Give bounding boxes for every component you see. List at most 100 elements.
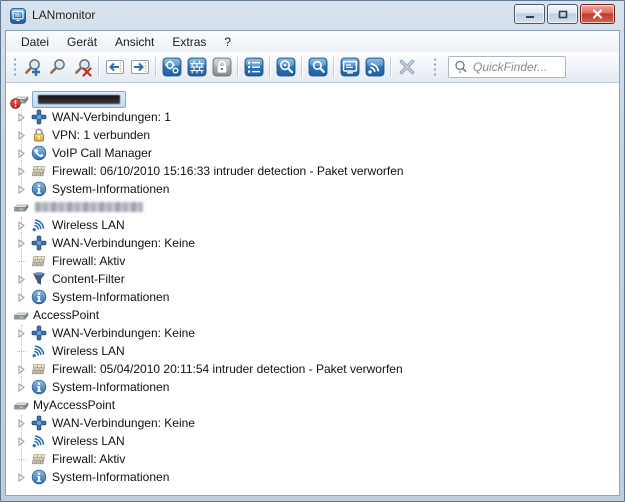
tree-connector-line xyxy=(21,109,22,189)
tree-item-label[interactable]: Content-Filter xyxy=(52,272,125,286)
redacted-device-name xyxy=(38,95,120,104)
content-filter-icon xyxy=(31,271,47,287)
tree-row[interactable]: WAN-Verbindungen: Keine xyxy=(6,234,619,252)
minimize-button[interactable] xyxy=(514,4,545,24)
tree-row-device[interactable] xyxy=(6,198,619,216)
tree-item-label[interactable]: Firewall: Aktiv xyxy=(52,452,125,466)
list-icon xyxy=(244,57,264,77)
tree-item-label[interactable]: WAN-Verbindungen: 1 xyxy=(52,110,171,124)
toolbar-separator xyxy=(155,57,156,77)
close-button[interactable] xyxy=(580,4,615,24)
info-icon xyxy=(31,469,47,485)
wireless-icon xyxy=(31,433,47,449)
tree-row[interactable]: Firewall: 06/10/2010 15:16:33 intruder d… xyxy=(6,162,619,180)
tree-row[interactable]: VPN: 1 verbunden xyxy=(6,126,619,144)
tree-row[interactable]: VoIP Call Manager xyxy=(6,144,619,162)
tree-row[interactable]: System-Informationen xyxy=(6,378,619,396)
tree-connector-line xyxy=(21,325,22,387)
tree-row-device[interactable]: MyAccessPoint xyxy=(6,396,619,414)
tree-item-label[interactable]: Firewall: 05/04/2010 20:11:54 intruder d… xyxy=(52,362,403,376)
tree-row[interactable]: WAN-Verbindungen: Keine xyxy=(6,414,619,432)
firewall-icon xyxy=(31,451,47,467)
tree-item-label[interactable]: Firewall: 06/10/2010 15:16:33 intruder d… xyxy=(52,164,404,178)
menu-geraet[interactable]: Gerät xyxy=(58,32,106,52)
info-icon xyxy=(31,289,47,305)
tree-row[interactable]: WAN-Verbindungen: Keine xyxy=(6,324,619,342)
search-button[interactable] xyxy=(305,55,330,79)
tree-item-label[interactable]: Firewall: Aktiv xyxy=(52,254,125,268)
tree-row[interactable]: Firewall: Aktiv xyxy=(6,252,619,270)
device-group: Wireless LAN WAN-Verbindungen: Keine Fir… xyxy=(6,198,619,306)
tree-row[interactable]: Wireless LAN xyxy=(6,342,619,360)
selected-device-name[interactable] xyxy=(32,91,126,108)
tree-item-label[interactable]: WAN-Verbindungen: Keine xyxy=(52,416,195,430)
tree-item-label[interactable]: System-Informationen xyxy=(52,182,169,196)
lanmonitor-button[interactable] xyxy=(337,55,362,79)
tree-row[interactable]: Wireless LAN xyxy=(6,216,619,234)
tree-item-label[interactable]: System-Informationen xyxy=(52,290,169,304)
menu-ansicht[interactable]: Ansicht xyxy=(106,32,163,52)
toolbar-separator xyxy=(333,57,334,77)
menu-datei[interactable]: Datei xyxy=(12,32,58,52)
titlebar[interactable]: LANmonitor xyxy=(1,1,624,30)
brick-wall-icon xyxy=(187,57,207,77)
tree-item-label[interactable]: Wireless LAN xyxy=(52,218,125,232)
minimize-icon xyxy=(525,10,535,19)
tree-item-label[interactable]: VPN: 1 verbunden xyxy=(52,128,150,142)
toolbar-separator xyxy=(237,57,238,77)
device-name[interactable]: MyAccessPoint xyxy=(33,398,115,412)
device-remove-button[interactable] xyxy=(70,55,95,79)
tree-row[interactable]: Content-Filter xyxy=(6,270,619,288)
device-name[interactable]: AccessPoint xyxy=(33,308,99,322)
tree-row-device[interactable] xyxy=(6,90,619,108)
magnifier-icon xyxy=(48,57,68,77)
info-icon xyxy=(31,379,47,395)
tree-item-label[interactable]: VoIP Call Manager xyxy=(52,146,152,160)
menu-extras[interactable]: Extras xyxy=(163,32,215,52)
device-add-button[interactable] xyxy=(20,55,45,79)
toolbar-separator xyxy=(301,57,302,77)
tree-item-label[interactable]: System-Informationen xyxy=(52,380,169,394)
firewall-button[interactable] xyxy=(184,55,209,79)
vpn-lock-icon xyxy=(31,127,47,143)
ping-icon xyxy=(276,57,296,77)
tree-row[interactable]: System-Informationen xyxy=(6,288,619,306)
device-view-button[interactable] xyxy=(45,55,70,79)
tree-row[interactable]: Firewall: Aktiv xyxy=(6,450,619,468)
quickfinder-box[interactable] xyxy=(448,56,566,78)
tree-row[interactable]: System-Informationen xyxy=(6,180,619,198)
tree-row[interactable]: System-Informationen xyxy=(6,468,619,486)
tree-item-label[interactable]: WAN-Verbindungen: Keine xyxy=(52,326,195,340)
gray-x-icon xyxy=(397,57,417,77)
wlan-monitor-button[interactable] xyxy=(362,55,387,79)
lock-button[interactable] xyxy=(209,55,234,79)
disconnect-button[interactable] xyxy=(394,55,419,79)
firewall-icon xyxy=(31,253,47,269)
blurred-device-name xyxy=(35,202,143,212)
accounting-button[interactable] xyxy=(159,55,184,79)
tree-row-device[interactable]: AccessPoint xyxy=(6,306,619,324)
device-group: AccessPoint WAN-Verbindungen: Keine Wire… xyxy=(6,306,619,396)
quickfinder-input[interactable] xyxy=(471,59,557,75)
menu-help[interactable]: ? xyxy=(215,32,240,52)
tree-item-label[interactable]: Wireless LAN xyxy=(52,344,125,358)
wan-icon xyxy=(31,109,47,125)
panel-arrow-left-icon xyxy=(105,57,125,77)
router-device-icon xyxy=(13,199,29,215)
tree-item-label[interactable]: System-Informationen xyxy=(52,470,169,484)
tree-item-label[interactable]: WAN-Verbindungen: Keine xyxy=(52,236,195,250)
collapse-panel-button[interactable] xyxy=(102,55,127,79)
tree-item-label[interactable]: Wireless LAN xyxy=(52,434,125,448)
toolbar-gripper[interactable] xyxy=(13,57,17,77)
expand-panel-button[interactable] xyxy=(127,55,152,79)
ping-button[interactable] xyxy=(273,55,298,79)
window-title: LANmonitor xyxy=(32,8,95,22)
tree-row[interactable]: Firewall: 05/04/2010 20:11:54 intruder d… xyxy=(6,360,619,378)
tree-row[interactable]: WAN-Verbindungen: 1 xyxy=(6,108,619,126)
router-device-icon xyxy=(13,307,29,323)
tree-row[interactable]: Wireless LAN xyxy=(6,432,619,450)
maximize-button[interactable] xyxy=(547,4,578,24)
toolbar-separator xyxy=(98,57,99,77)
trace-list-button[interactable] xyxy=(241,55,266,79)
toolbar-gripper[interactable] xyxy=(433,57,437,77)
